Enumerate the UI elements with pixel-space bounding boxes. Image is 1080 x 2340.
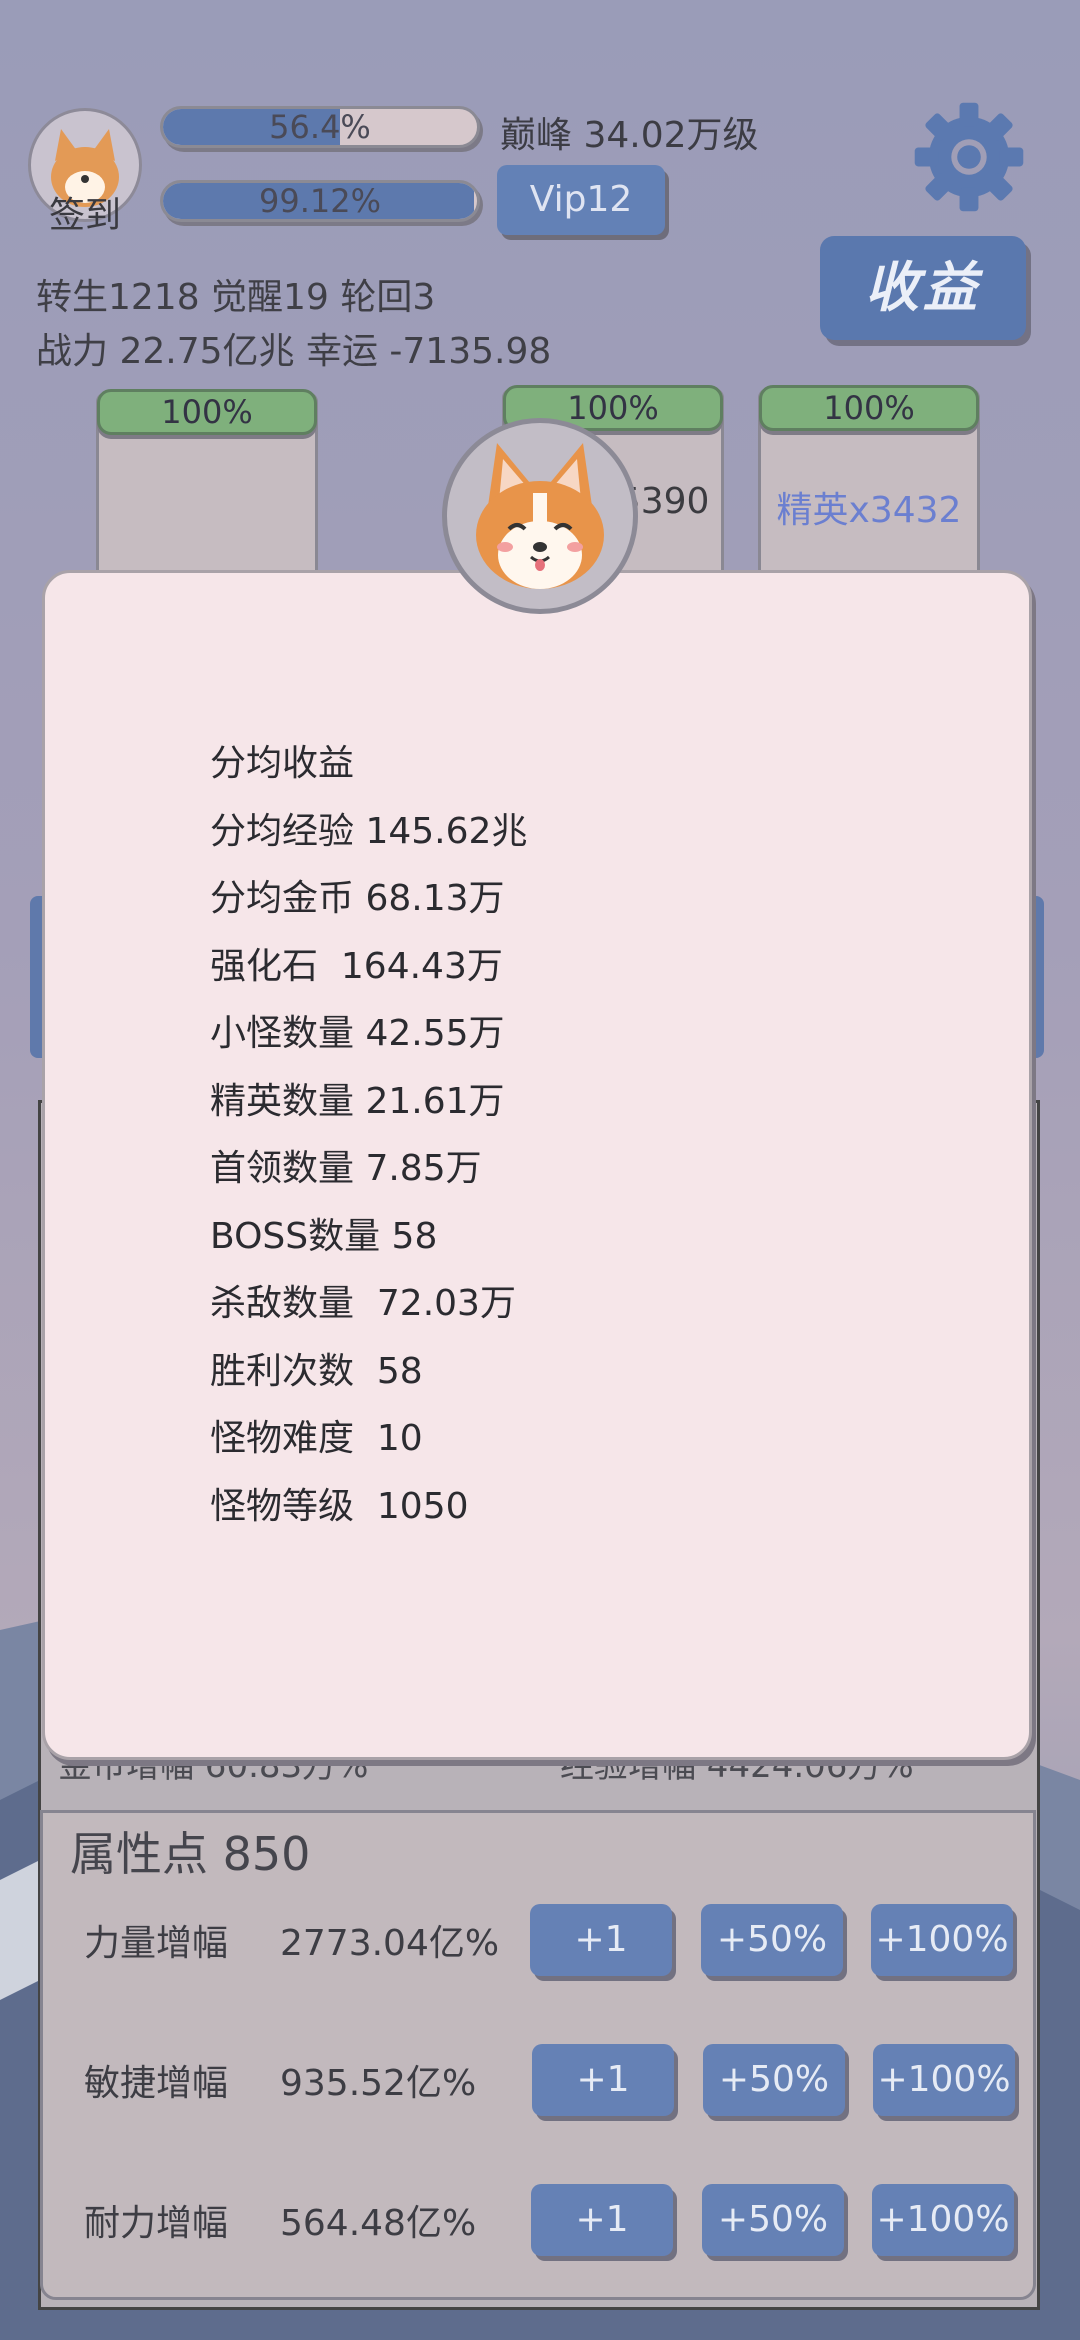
income-stat-line: BOSS数量 58: [210, 1215, 438, 1257]
income-stat-line: 胜利次数 58: [210, 1350, 423, 1392]
income-stat-line: 分均金币 68.13万: [210, 878, 505, 919]
card-progress: 100%: [97, 389, 317, 435]
vip-button[interactable]: Vip12: [497, 165, 665, 235]
income-stats-modal[interactable]: [42, 570, 1032, 1760]
income-stat-line: 怪物等级 1050: [210, 1485, 469, 1527]
add-100-percent-button[interactable]: +100%: [873, 2044, 1015, 2116]
elite-card[interactable]: 100% 精英x3432: [758, 385, 980, 588]
income-stat-line: 分均经验 145.62兆: [210, 810, 528, 852]
add-1-button[interactable]: +1: [531, 2184, 673, 2256]
attribute-points-title: 属性点 850: [70, 1827, 311, 1881]
power-luck-stats: 战力 22.75亿兆 幸运 -7135.98: [36, 331, 552, 372]
card-progress: 100%: [759, 385, 979, 431]
attribute-value: 564.48亿%: [280, 2203, 477, 2244]
add-50-percent-button[interactable]: +50%: [703, 2044, 845, 2116]
attribute-row: 力量增幅 2773.04亿% +1 +50% +100%: [84, 1900, 1044, 1980]
income-button[interactable]: 收益: [820, 236, 1026, 340]
right-tab[interactable]: [1030, 896, 1044, 1058]
income-stat-line: 分均收益: [210, 743, 355, 784]
income-stat-line: 杀敌数量 72.03万: [210, 1283, 516, 1324]
income-stat-line: 精英数量 21.61万: [210, 1080, 505, 1122]
income-stats-list: 分均收益 分均经验 145.62兆 分均金币 68.13万 强化石 164.43…: [210, 734, 527, 1544]
attribute-value: 935.52亿%: [280, 2063, 477, 2104]
attribute-row: 耐力增幅 564.48亿% +1 +50% +100%: [84, 2180, 1044, 2260]
exp-progress-bar: 56.4%: [160, 106, 480, 148]
attribute-name: 敏捷增幅: [84, 2063, 229, 2104]
income-stat-line: 首领数量 7.85万: [210, 1148, 482, 1189]
gear-icon[interactable]: [910, 98, 1028, 216]
rebirth-stats: 转生1218 觉醒19 轮回3: [36, 277, 436, 318]
level-text: 巅峰 34.02万级: [500, 115, 759, 156]
add-100-percent-button[interactable]: +100%: [871, 1904, 1013, 1976]
corgi-avatar-icon: [442, 418, 638, 614]
attribute-name: 耐力增幅: [84, 2203, 229, 2244]
income-stat-line: 小怪数量 42.55万: [210, 1013, 505, 1054]
add-1-button[interactable]: +1: [532, 2044, 674, 2116]
income-stat-line: 怪物难度 10: [210, 1418, 423, 1459]
attribute-value: 2773.04亿%: [280, 1923, 500, 1964]
exp-progress-label: 56.4%: [269, 108, 371, 146]
add-1-button[interactable]: +1: [530, 1904, 672, 1976]
add-50-percent-button[interactable]: +50%: [701, 1904, 843, 1976]
income-stat-line: 强化石 164.43万: [210, 945, 503, 987]
add-50-percent-button[interactable]: +50%: [702, 2184, 844, 2256]
attribute-row: 敏捷增幅 935.52亿% +1 +50% +100%: [84, 2040, 1044, 2120]
attribute-name: 力量增幅: [84, 1923, 229, 1964]
vip-progress-bar: 99.12%: [160, 180, 480, 222]
monster-card[interactable]: 100%: [96, 389, 318, 592]
checkin-label[interactable]: 签到: [28, 186, 142, 238]
card-label: 精英x3432: [776, 490, 962, 531]
vip-progress-label: 99.12%: [258, 182, 381, 220]
add-100-percent-button[interactable]: +100%: [872, 2184, 1014, 2256]
